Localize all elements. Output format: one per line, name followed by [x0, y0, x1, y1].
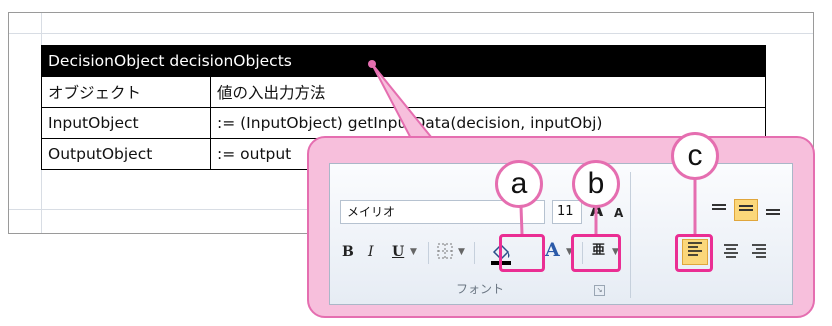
table-header[interactable]: DecisionObject decisionObjects — [41, 45, 766, 77]
table-cell[interactable]: OutputObject — [41, 138, 211, 170]
bold-button[interactable]: B — [342, 241, 354, 263]
highlight-fill-color — [499, 234, 545, 272]
chevron-down-icon[interactable]: ▼ — [458, 241, 465, 263]
font-ribbon-group: メイリオ 11 A A B I U ▼ ▼ A ▼ 亜 ▼ フォント ↘ — [329, 163, 793, 305]
table-cell[interactable]: := (InputObject) getInputData(decision, … — [210, 107, 766, 139]
shrink-font-button[interactable]: A — [614, 202, 623, 224]
align-middle-icon[interactable] — [734, 199, 758, 221]
table-cell[interactable]: InputObject — [41, 107, 211, 139]
divider — [428, 242, 429, 264]
font-color-icon[interactable]: A — [545, 239, 560, 261]
callout-badge-c: c — [671, 132, 719, 180]
border-icon[interactable] — [436, 242, 454, 267]
table-row: オブジェクト 値の入出力方法 — [41, 76, 766, 108]
underline-button[interactable]: U — [392, 241, 404, 263]
align-bottom-icon[interactable] — [762, 201, 784, 224]
table-header-row: DecisionObject decisionObjects — [41, 45, 766, 77]
font-group-label: フォント — [455, 282, 504, 296]
dialog-launcher-icon[interactable]: ↘ — [594, 285, 605, 296]
ribbon-callout: メイリオ 11 A A B I U ▼ ▼ A ▼ 亜 ▼ フォント ↘ a b… — [307, 132, 815, 318]
gridline — [9, 33, 813, 34]
font-size-box[interactable]: 11 — [552, 200, 582, 224]
align-center-icon[interactable] — [720, 242, 742, 267]
italic-button[interactable]: I — [368, 241, 374, 263]
table-row: InputObject := (InputObject) getInputDat… — [41, 107, 766, 139]
table-cell[interactable]: オブジェクト — [41, 76, 211, 108]
align-top-icon[interactable] — [708, 201, 730, 224]
highlight-align-left — [675, 234, 713, 272]
table-cell[interactable]: 値の入出力方法 — [210, 76, 766, 108]
group-divider — [630, 172, 631, 298]
divider — [474, 242, 475, 264]
callout-badge-a: a — [495, 160, 543, 208]
chevron-down-icon[interactable]: ▼ — [410, 241, 417, 263]
align-right-icon[interactable] — [748, 242, 770, 267]
callout-badge-b: b — [572, 160, 620, 208]
highlight-font-color — [571, 234, 621, 272]
